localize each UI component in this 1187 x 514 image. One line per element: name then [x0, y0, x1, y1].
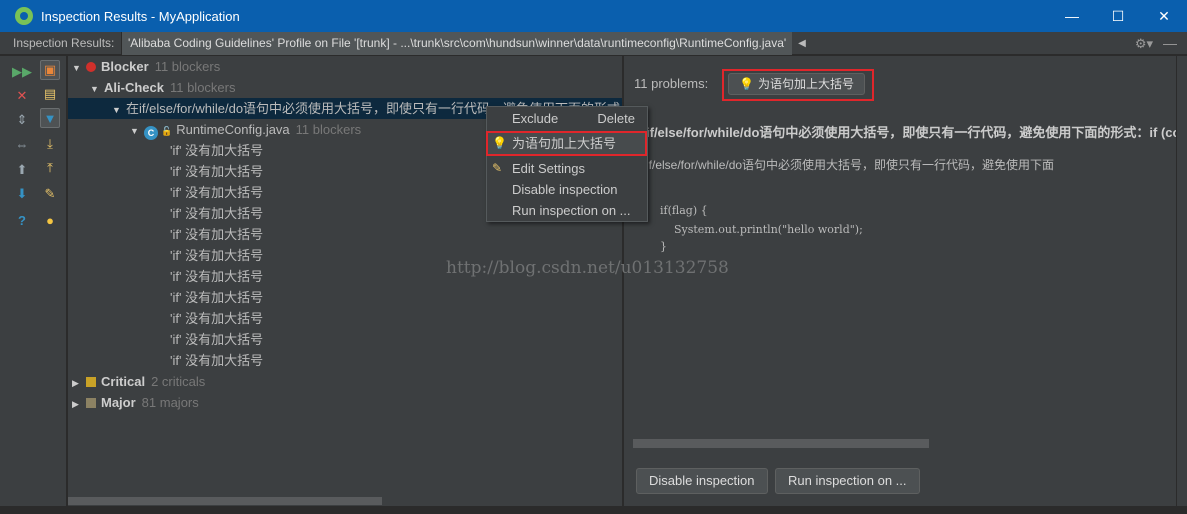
- bottom-strip: [0, 506, 1187, 514]
- tree-node-blocker[interactable]: ▼ Blocker 11 blockers: [68, 56, 622, 77]
- watermark: http://blog.csdn.net/u013132758: [446, 258, 729, 278]
- hide-panel-button[interactable]: —: [1163, 35, 1177, 51]
- export-icon[interactable]: ⤒: [40, 158, 60, 178]
- collapse-triangle-icon[interactable]: ▶: [72, 394, 86, 415]
- inspection-tab[interactable]: 'Alibaba Coding Guidelines' Profile on F…: [121, 31, 793, 55]
- right-vertical-scrollbar[interactable]: [1176, 56, 1187, 514]
- menu-item-disable-inspection[interactable]: Disable inspection: [487, 179, 647, 200]
- highlight-box: [722, 69, 874, 101]
- code-line: System.out.println("hello world");: [660, 223, 863, 236]
- maximize-button[interactable]: ☐: [1095, 0, 1141, 32]
- collapse-all-icon[interactable]: ⇔: [12, 134, 32, 154]
- rerun-icon[interactable]: ▶▶: [12, 62, 32, 82]
- inspection-results-label: Inspection Results:: [13, 36, 115, 50]
- close-icon[interactable]: ✕: [12, 86, 32, 106]
- blocker-severity-icon: [86, 62, 96, 72]
- close-window-button[interactable]: ✕: [1141, 0, 1187, 32]
- tree-node-critical[interactable]: ▶ Critical 2 criticals: [68, 371, 622, 392]
- expand-triangle-icon[interactable]: ▼: [72, 58, 86, 79]
- tree-node-major[interactable]: ▶ Major 81 majors: [68, 392, 622, 413]
- code-line: }: [660, 240, 667, 253]
- menu-item-delete[interactable]: Delete: [597, 108, 635, 129]
- menu-item-run-inspection[interactable]: Run inspection on ...: [487, 200, 647, 221]
- window-controls: — ☐ ✕: [1049, 0, 1187, 32]
- group-by-severity-icon[interactable]: ▣: [40, 60, 60, 80]
- expand-triangle-icon[interactable]: ▼: [130, 121, 144, 142]
- collapse-triangle-icon[interactable]: ▶: [72, 373, 86, 394]
- tree-horizontal-scrollbar[interactable]: [68, 496, 622, 506]
- disable-inspection-button[interactable]: Disable inspection: [636, 468, 768, 494]
- tab-scroll-left-icon[interactable]: ◀: [798, 38, 806, 49]
- list-item[interactable]: 'if' 没有加大括号: [68, 287, 622, 308]
- filter-icon[interactable]: ▼: [40, 108, 60, 128]
- expand-triangle-icon[interactable]: ▼: [90, 79, 104, 100]
- quick-fix-icon[interactable]: ●: [40, 210, 60, 230]
- menu-item-edit-settings[interactable]: ✎ Edit Settings: [487, 158, 647, 179]
- group-by-dir-icon[interactable]: ▤: [40, 84, 60, 104]
- inspection-header: Inspection Results: 'Alibaba Coding Guid…: [0, 31, 1187, 55]
- next-icon[interactable]: ⬇: [12, 184, 32, 204]
- window-title: Inspection Results - MyApplication: [41, 8, 240, 24]
- list-item[interactable]: 'if' 没有加大括号: [68, 308, 622, 329]
- problem-description: if/else/for/while/do语句中必须使用大括号，即使只有一行代码，…: [646, 158, 1055, 172]
- problem-title: if/else/for/while/do语句中必须使用大括号，即使只有一行代码，…: [646, 125, 1176, 140]
- scrollbar-thumb[interactable]: [68, 497, 382, 505]
- expand-all-icon[interactable]: ⇕: [12, 110, 32, 130]
- tree-node-alicheck[interactable]: ▼ Ali-Check 11 blockers: [68, 77, 622, 98]
- import-icon[interactable]: ⤓: [40, 134, 60, 154]
- problem-detail-panel: 11 problems: 💡 为语句加上大括号 if/else/for/while…: [624, 56, 1176, 514]
- context-menu: Exclude Delete 💡 为语句加上大括号 ✎ Edit Setting…: [486, 106, 648, 222]
- major-severity-icon: [86, 398, 96, 408]
- edit-settings-icon[interactable]: ✎: [40, 184, 60, 204]
- inspection-toolbar: ▶▶ ✕ ⇕ ⇔ ⬆ ⬇ ? ▣ ▤ ▼ ⤓ ⤒ ✎ ●: [0, 56, 67, 514]
- run-inspection-button[interactable]: Run inspection on ...: [775, 468, 920, 494]
- previous-icon[interactable]: ⬆: [12, 160, 32, 180]
- java-class-icon: C: [144, 126, 158, 140]
- menu-item-exclude[interactable]: Exclude Delete: [487, 108, 647, 129]
- gear-icon[interactable]: ⚙▾: [1135, 36, 1153, 52]
- lock-icon: 🔓: [161, 126, 173, 136]
- help-icon[interactable]: ?: [12, 210, 32, 230]
- expand-triangle-icon[interactable]: ▼: [112, 100, 126, 119]
- title-bar: Inspection Results - MyApplication — ☐ ✕: [0, 0, 1187, 32]
- wrench-icon: ✎: [492, 161, 503, 175]
- list-item[interactable]: 'if' 没有加大括号: [68, 350, 622, 371]
- detail-horizontal-scrollbar[interactable]: [633, 439, 929, 448]
- problems-count: 11 problems:: [634, 76, 709, 91]
- list-item[interactable]: 'if' 没有加大括号: [68, 224, 622, 245]
- menu-highlight-box: [486, 131, 647, 156]
- code-line: if(flag) {: [660, 204, 708, 217]
- android-studio-icon: [15, 7, 33, 25]
- critical-severity-icon: [86, 377, 96, 387]
- list-item[interactable]: 'if' 没有加大括号: [68, 329, 622, 350]
- minimize-button[interactable]: —: [1049, 0, 1095, 32]
